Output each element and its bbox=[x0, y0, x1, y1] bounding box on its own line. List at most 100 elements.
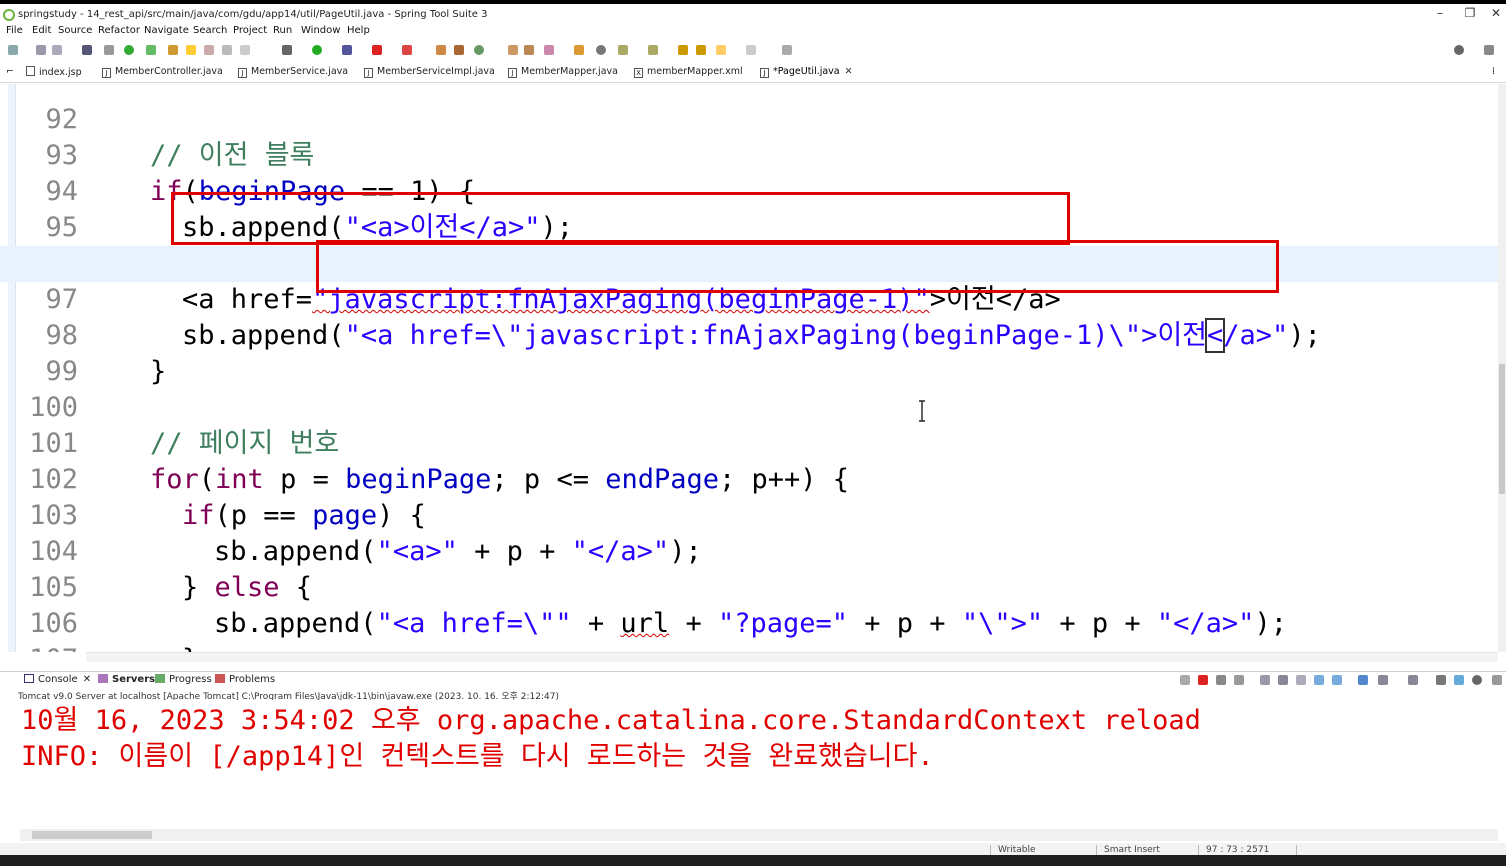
menu-search[interactable]: Search bbox=[193, 25, 227, 36]
save-icon[interactable] bbox=[36, 45, 46, 55]
code-line-current[interactable]: 97 sb.append("<a href=\"javascript:fnAja… bbox=[0, 246, 1500, 353]
code-line[interactable]: 100 // 페이지 번호 bbox=[0, 354, 1500, 459]
code-line[interactable]: 107 } bbox=[0, 606, 1500, 652]
refresh-icon[interactable] bbox=[146, 45, 156, 55]
minimize-panel-icon[interactable] bbox=[1436, 675, 1446, 685]
code-line[interactable]: 99 bbox=[0, 318, 1500, 387]
toggle-icon[interactable] bbox=[204, 45, 214, 55]
menu-refactor[interactable]: Refactor bbox=[98, 25, 140, 36]
code-line[interactable]: 105 sb.append("<a href=\"" + url + "?pag… bbox=[0, 534, 1500, 639]
code-line[interactable]: 104 } else { bbox=[0, 498, 1500, 603]
code-line[interactable]: 94 sb.append("<a>이전</a>"); bbox=[0, 138, 1500, 243]
terminal-icon[interactable] bbox=[82, 45, 92, 55]
scroll-thumb[interactable] bbox=[32, 831, 152, 839]
remove-all-icon[interactable] bbox=[1234, 675, 1244, 685]
tab-member-controller[interactable]: J MemberController.java bbox=[102, 66, 223, 78]
debug-icon[interactable] bbox=[124, 45, 134, 55]
prev-annotation-icon[interactable] bbox=[648, 45, 658, 55]
settings-icon[interactable] bbox=[282, 45, 292, 55]
close-tab-icon[interactable]: ✕ bbox=[83, 674, 91, 685]
terminate-all-icon[interactable] bbox=[1180, 675, 1190, 685]
tab-progress[interactable]: Progress bbox=[155, 674, 212, 685]
menu-file[interactable]: File bbox=[6, 25, 23, 36]
tab-index-jsp[interactable]: index.jsp bbox=[26, 66, 82, 78]
spring-icon[interactable] bbox=[436, 45, 446, 55]
restore-button[interactable]: ❐ bbox=[1460, 6, 1480, 20]
boot-icon[interactable] bbox=[454, 45, 464, 55]
next-annotation-icon[interactable] bbox=[618, 45, 628, 55]
pin-console-icon[interactable] bbox=[1358, 675, 1368, 685]
server-icon[interactable] bbox=[402, 45, 412, 55]
tab-member-service-impl[interactable]: J MemberServiceImpl.java bbox=[364, 66, 495, 78]
code-editor[interactable]: 92 // 이전 블록 93 if(beginPage == 1) { 94 s… bbox=[0, 84, 1506, 652]
gear-icon[interactable] bbox=[1472, 675, 1482, 685]
view-menu-icon[interactable] bbox=[1492, 675, 1502, 685]
pin-editor-icon[interactable] bbox=[782, 45, 792, 55]
code-line[interactable]: 106 } bbox=[0, 570, 1500, 652]
menu-help[interactable]: Help bbox=[347, 25, 370, 36]
code-line[interactable]: 101 for(int p = beginPage; p <= endPage;… bbox=[0, 390, 1500, 495]
remove-launch-icon[interactable] bbox=[1216, 675, 1226, 685]
last-edit-icon[interactable] bbox=[678, 45, 688, 55]
editor-vertical-scrollbar[interactable] bbox=[1498, 84, 1506, 652]
task-icon[interactable] bbox=[574, 45, 584, 55]
close-tab-icon[interactable]: ✕ bbox=[845, 66, 853, 77]
code-line[interactable]: 96 <a href="javascript:fnAjaxPaging(begi… bbox=[0, 210, 1500, 315]
search-icon[interactable] bbox=[1454, 45, 1464, 55]
new-icon[interactable] bbox=[8, 45, 18, 55]
open-folder-icon[interactable] bbox=[524, 45, 534, 55]
open-type-icon[interactable] bbox=[508, 45, 518, 55]
scroll-lock-icon[interactable] bbox=[1278, 675, 1288, 685]
tab-member-service[interactable]: J MemberService.java bbox=[238, 66, 348, 78]
perspective-icon[interactable] bbox=[1484, 45, 1494, 55]
clear-console-icon[interactable] bbox=[1260, 675, 1270, 685]
tab-member-mapper-xml[interactable]: XmemberMapper.xml bbox=[634, 66, 743, 78]
skip-breakpoints-icon[interactable] bbox=[104, 45, 114, 55]
show-stderr-icon[interactable] bbox=[1332, 675, 1342, 685]
display-console-icon[interactable] bbox=[1378, 675, 1388, 685]
show-stdout-icon[interactable] bbox=[1314, 675, 1324, 685]
menu-edit[interactable]: Edit bbox=[32, 25, 51, 36]
tab-overflow-icon[interactable]: ⁞ bbox=[1492, 66, 1495, 77]
menu-project[interactable]: Project bbox=[233, 25, 267, 36]
terminate-icon[interactable] bbox=[1198, 675, 1208, 685]
code-line[interactable]: 102 if(p == page) { bbox=[0, 426, 1500, 531]
edit-location-icon[interactable] bbox=[696, 45, 706, 55]
globe-icon[interactable] bbox=[596, 45, 606, 55]
tab-member-mapper-java[interactable]: J MemberMapper.java bbox=[508, 66, 618, 78]
open-console-icon[interactable] bbox=[1408, 675, 1418, 685]
highlight-icon[interactable] bbox=[186, 45, 196, 55]
back-icon[interactable] bbox=[716, 45, 726, 55]
external-tools-icon[interactable] bbox=[342, 45, 352, 55]
editor-horizontal-scrollbar[interactable] bbox=[86, 652, 1498, 662]
tab-servers[interactable]: Servers bbox=[98, 674, 155, 685]
code-line[interactable]: 93 if(beginPage == 1) { bbox=[0, 102, 1500, 207]
console-horizontal-scrollbar[interactable] bbox=[20, 829, 1498, 841]
minimize-button[interactable]: – bbox=[1430, 6, 1450, 20]
java-perspective-icon[interactable] bbox=[1454, 675, 1464, 685]
code-line[interactable]: 92 // 이전 블록 bbox=[0, 84, 1500, 171]
menu-window[interactable]: Window bbox=[301, 25, 340, 36]
menu-run[interactable]: Run bbox=[273, 25, 292, 36]
console-output[interactable]: 10월 16, 2023 3:54:02 오후 org.apache.catal… bbox=[0, 700, 1506, 828]
block-icon[interactable] bbox=[222, 45, 232, 55]
code-line[interactable]: 98 } bbox=[0, 282, 1500, 387]
pencil-icon[interactable] bbox=[544, 45, 554, 55]
stop-icon[interactable] bbox=[372, 45, 382, 55]
word-wrap-icon[interactable] bbox=[1296, 675, 1306, 685]
run-icon[interactable] bbox=[312, 45, 322, 55]
code-line[interactable]: 95 } else { bbox=[0, 174, 1500, 279]
tab-page-util[interactable]: J *PageUtil.java ✕ bbox=[760, 66, 853, 78]
code-line[interactable]: 103 sb.append("<a>" + p + "</a>"); bbox=[0, 462, 1500, 567]
new-java-icon[interactable] bbox=[474, 45, 484, 55]
paragraph-icon[interactable] bbox=[240, 45, 250, 55]
close-window-button[interactable]: ✕ bbox=[1486, 6, 1506, 20]
pin-icon[interactable] bbox=[168, 45, 178, 55]
save-all-icon[interactable] bbox=[52, 45, 62, 55]
tab-console[interactable]: Console ✕ bbox=[24, 674, 91, 685]
menu-source[interactable]: Source bbox=[58, 25, 92, 36]
menu-navigate[interactable]: Navigate bbox=[144, 25, 189, 36]
tab-problems[interactable]: Problems bbox=[215, 674, 275, 685]
forward-icon[interactable] bbox=[746, 45, 756, 55]
scroll-thumb[interactable] bbox=[1499, 364, 1505, 494]
